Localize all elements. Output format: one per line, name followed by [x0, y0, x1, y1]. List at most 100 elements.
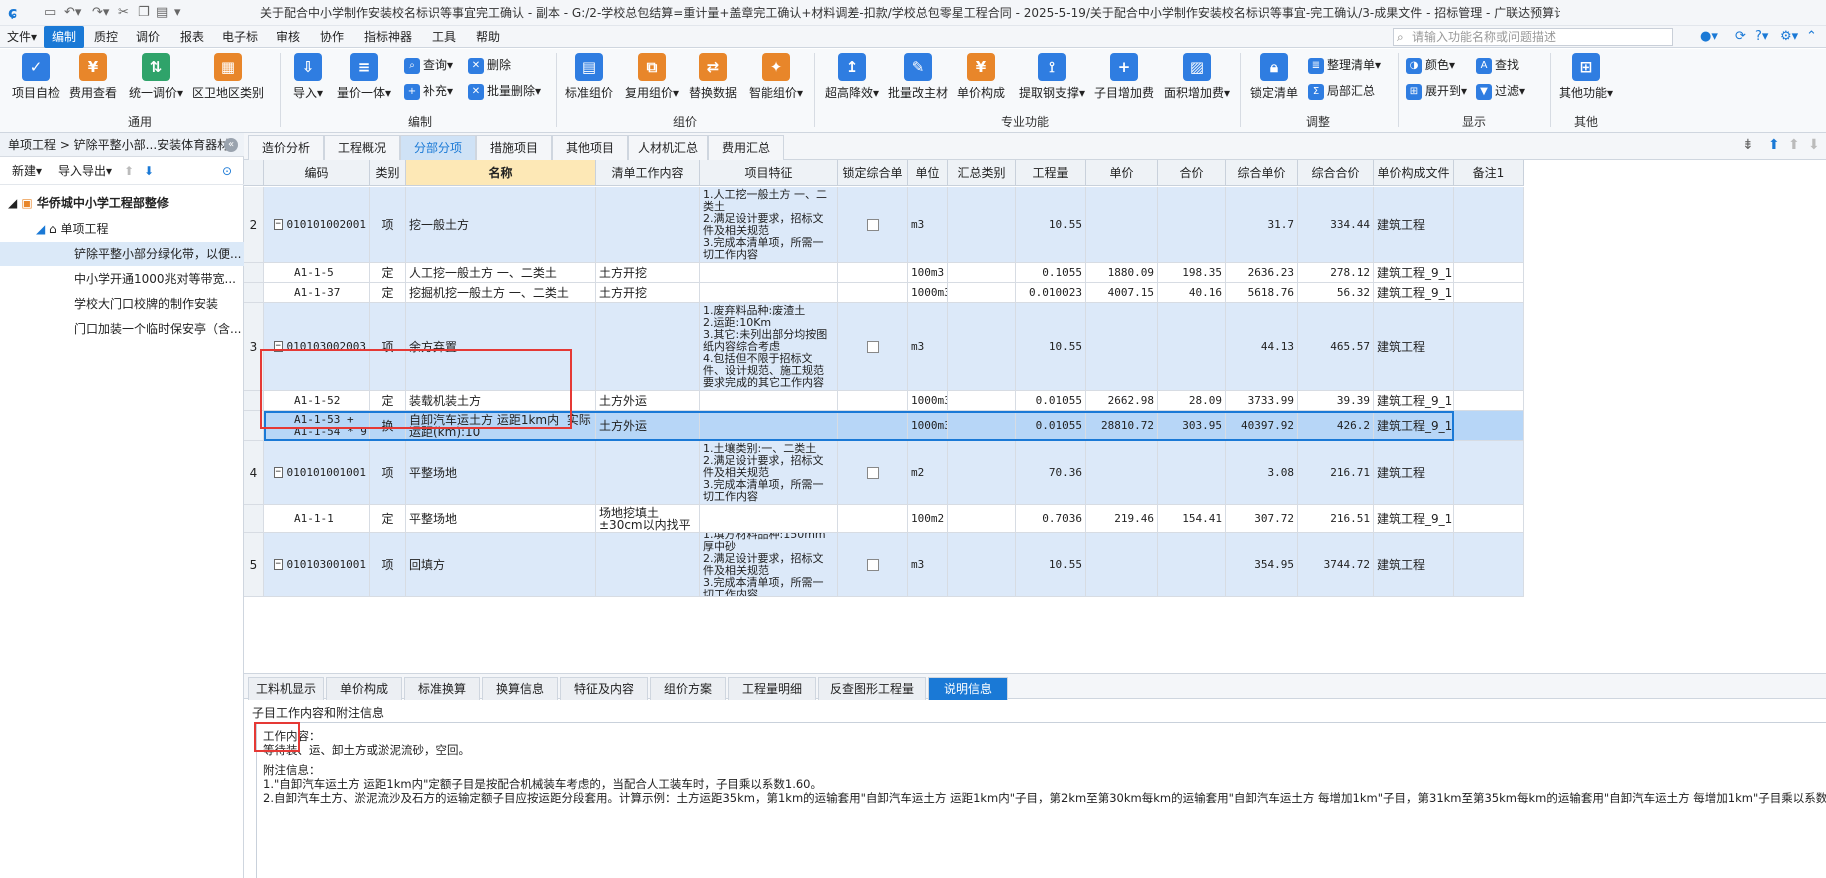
column-header[interactable]: 单价构成文件 [1374, 160, 1454, 186]
grid-cell[interactable]: 278.12 [1298, 263, 1374, 283]
column-header[interactable]: 综合合价 [1298, 160, 1374, 186]
grid-cell[interactable]: m3 [908, 533, 948, 597]
grid-cell[interactable] [700, 505, 838, 533]
copy-icon[interactable]: ❐ [138, 5, 150, 21]
grid-cell[interactable]: 余方弃置 [406, 303, 596, 391]
column-header[interactable]: 备注1 [1454, 160, 1524, 186]
grid-cell[interactable] [948, 533, 1016, 597]
user-icon[interactable]: ●▾ [1700, 28, 1718, 46]
grid-cell[interactable]: 项 [370, 187, 406, 263]
grid-cell[interactable]: 3.08 [1226, 441, 1298, 505]
menu-index-tool[interactable]: 指标神器 [356, 26, 420, 48]
lock-price-cell[interactable] [838, 411, 908, 441]
grid-cell[interactable]: m3 [908, 187, 948, 263]
tab-cost-analysis[interactable]: 造价分析 [248, 135, 324, 160]
grid-cell[interactable] [1158, 533, 1226, 597]
grid-cell[interactable]: 项 [370, 441, 406, 505]
row-number[interactable] [244, 411, 264, 441]
grid-cell[interactable]: 40397.92 [1226, 411, 1298, 441]
area-add-fee-button[interactable]: ▨ 面积增加费▾ [1158, 51, 1236, 109]
move-top-icon[interactable]: ⬆ [1768, 137, 1780, 153]
grid-cell[interactable]: 4007.15 [1086, 283, 1158, 303]
grid-cell[interactable]: 216.71 [1298, 441, 1374, 505]
standard-pricing-button[interactable]: ▤ 标准组价 [562, 51, 616, 109]
grid-cell[interactable]: 28810.72 [1086, 411, 1158, 441]
grid-cell[interactable]: 自卸汽车运土方 运距1km内 实际运距(km):10 [406, 411, 596, 441]
row-number[interactable] [244, 505, 264, 533]
tree-item-unit[interactable]: 中小学开通1000兆对等带宽... [0, 267, 244, 291]
undo-icon[interactable]: ↶▾ [64, 5, 81, 21]
grid-cell[interactable]: 334.44 [1298, 187, 1374, 263]
lock-price-cell[interactable] [838, 533, 908, 597]
tab-fee-summary[interactable]: 费用汇总 [708, 135, 784, 160]
query-button[interactable]: ⌕ 查询▾ [404, 55, 453, 75]
tree-item-project[interactable]: ◢ ▣ 华侨城中小学工程部整修 [0, 191, 244, 215]
grid-cell[interactable]: m2 [908, 441, 948, 505]
supplement-button[interactable]: + 补充▾ [404, 81, 453, 101]
column-header[interactable]: 项目特征 [700, 160, 838, 186]
grid-cell[interactable]: A1-1-53 + A1-1-54 * 9 [264, 411, 370, 441]
collapse-toggle-icon[interactable]: − [274, 467, 283, 478]
find-button[interactable]: A 查找 [1476, 55, 1519, 75]
unit-price-composition-button[interactable]: ¥ 单价构成 [954, 51, 1008, 109]
row-number[interactable]: 4 [244, 441, 264, 505]
lock-price-checkbox[interactable] [866, 218, 879, 231]
move-up-icon[interactable]: ⬆ [124, 157, 134, 185]
grid-cell[interactable]: 5618.76 [1226, 283, 1298, 303]
lock-price-checkbox[interactable] [866, 558, 879, 571]
locate-icon[interactable]: ⊙ [222, 157, 232, 185]
tab-unit-price-composition[interactable]: 单价构成 [326, 677, 402, 700]
grid-cell[interactable]: 人工挖一般土方 一、二类土 [406, 263, 596, 283]
grid-cell[interactable]: 换 [370, 411, 406, 441]
grid-cell[interactable]: 56.32 [1298, 283, 1374, 303]
grid-cell[interactable] [1158, 303, 1226, 391]
grid-cell[interactable] [596, 303, 700, 391]
grid-cell[interactable]: 100m3 [908, 263, 948, 283]
region-category-button[interactable]: ▦ 区卫地区类别 [190, 51, 266, 109]
move-up-icon[interactable]: ⬆ [1788, 137, 1800, 153]
grid-cell[interactable] [1158, 187, 1226, 263]
grid-cell[interactable]: 219.46 [1086, 505, 1158, 533]
tab-quantity-detail[interactable]: 工程量明细 [728, 677, 816, 700]
lock-price-cell[interactable] [838, 263, 908, 283]
grid-cell[interactable] [1086, 533, 1158, 597]
tab-conversion-info[interactable]: 换算信息 [482, 677, 558, 700]
column-settings-icon[interactable]: ⇟ [1742, 137, 1754, 153]
grid-cell[interactable]: 0.1055 [1016, 263, 1086, 283]
grid-cell[interactable]: 1.填方材料品种:150mm厚中砂 2.满足设计要求，招标文件及相关规范 3.完… [700, 533, 838, 597]
grid-cell[interactable]: 28.09 [1158, 391, 1226, 411]
grid-cell[interactable] [1454, 411, 1524, 441]
tree-item-single-project[interactable]: ◢ ⌂ 单项工程 [0, 217, 244, 241]
grid-cell[interactable]: 307.72 [1226, 505, 1298, 533]
grid-cell[interactable]: 定 [370, 283, 406, 303]
grid-cell[interactable]: −010103002003 [264, 303, 370, 391]
grid-cell[interactable]: 0.010023 [1016, 283, 1086, 303]
grid-cell[interactable] [1454, 441, 1524, 505]
grid-cell[interactable]: 土方开挖 [596, 263, 700, 283]
row-number[interactable]: 5 [244, 533, 264, 597]
batch-main-material-button[interactable]: ✎ 批量改主材 [886, 51, 950, 109]
grid-cell[interactable]: 挖掘机挖一般土方 一、二类土 [406, 283, 596, 303]
lock-price-cell[interactable] [838, 391, 908, 411]
grid-cell[interactable]: 0.7036 [1016, 505, 1086, 533]
grid-cell[interactable]: 3744.72 [1298, 533, 1374, 597]
grid-cell[interactable]: 建筑工程_9_1 [1374, 283, 1454, 303]
grid-cell[interactable] [948, 441, 1016, 505]
grid-cell[interactable]: 2636.23 [1226, 263, 1298, 283]
grid-cell[interactable]: 定 [370, 505, 406, 533]
grid-cell[interactable]: 465.57 [1298, 303, 1374, 391]
grid-cell[interactable]: 建筑工程 [1374, 533, 1454, 597]
grid-cell[interactable]: A1-1-5 [264, 263, 370, 283]
import-button[interactable]: ⇩ 导入▾ [286, 51, 330, 109]
batch-delete-button[interactable]: ✕ 批量删除▾ [468, 81, 541, 101]
grid-cell[interactable]: 装载机装土方 [406, 391, 596, 411]
column-header[interactable]: 类别 [370, 160, 406, 186]
collapse-toggle-icon[interactable]: − [274, 341, 283, 352]
lock-list-button[interactable]: 🔒︎ 锁定清单 [1246, 51, 1302, 109]
grid-cell[interactable] [1086, 187, 1158, 263]
grid-cell[interactable]: 3733.99 [1226, 391, 1298, 411]
tab-labor-material[interactable]: 人材机汇总 [628, 135, 708, 160]
menu-tools[interactable]: 工具 [424, 26, 464, 48]
grid-cell[interactable]: −010101002001 [264, 187, 370, 263]
column-header[interactable]: 合价 [1158, 160, 1226, 186]
